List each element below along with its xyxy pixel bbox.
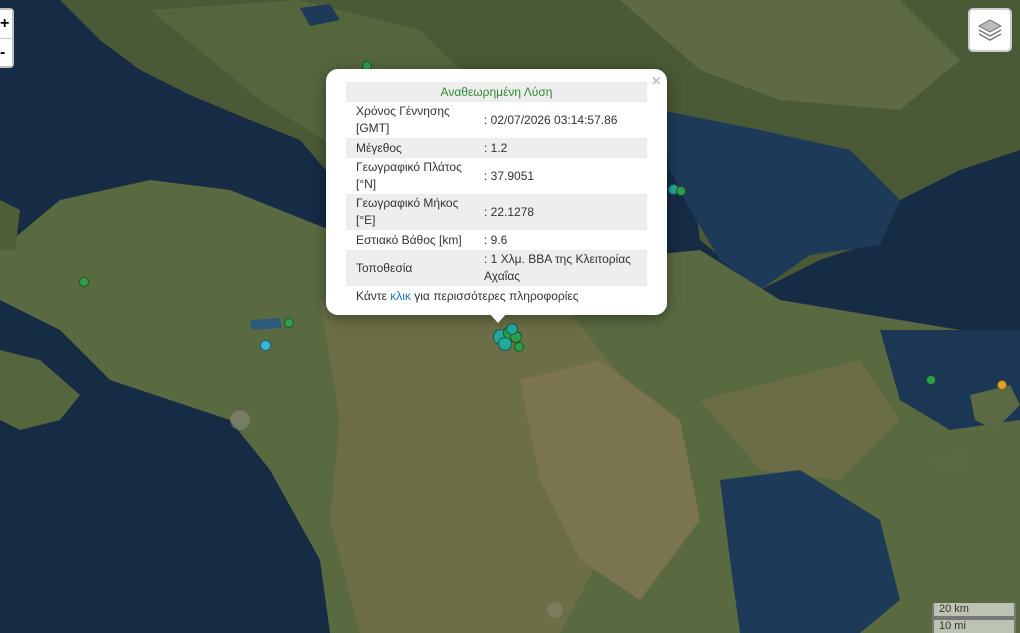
detail-label: Γεωγραφικό Πλάτος [°N] bbox=[356, 160, 462, 191]
earthquake-marker[interactable] bbox=[676, 186, 686, 196]
layers-button[interactable] bbox=[968, 8, 1012, 52]
scale-imperial: 10 mi bbox=[932, 618, 1016, 633]
earthquake-marker[interactable] bbox=[514, 342, 524, 352]
more-info-suffix: για περισσότερες πληροφορίες bbox=[414, 289, 579, 303]
detail-row: Μέγεθος : 1.2 bbox=[346, 138, 647, 158]
earthquake-marker[interactable] bbox=[926, 375, 936, 385]
detail-value: : 1 Χλμ. ΒΒΑ της Κλειτορίας Αχαΐας bbox=[474, 250, 647, 286]
earthquake-marker[interactable] bbox=[498, 337, 512, 351]
popup-tip bbox=[489, 313, 507, 323]
detail-label: Μέγεθος bbox=[346, 138, 474, 158]
zoom-out-button[interactable]: - bbox=[0, 38, 12, 66]
more-info-prefix: Κάντε bbox=[356, 289, 387, 303]
earthquake-details-table: Χρόνος Γέννησης [GMT] : 02/07/2026 03:14… bbox=[346, 102, 647, 286]
earthquake-marker[interactable] bbox=[997, 380, 1007, 390]
detail-value: : 22.1278 bbox=[474, 194, 647, 230]
more-info-text: Κάντε κλικ για περισσότερες πληροφορίες bbox=[346, 286, 647, 303]
earthquake-marker[interactable] bbox=[506, 323, 518, 335]
detail-label: Τοποθεσία bbox=[346, 250, 474, 286]
detail-row: Γεωγραφικό Μήκος [°E] : 22.1278 bbox=[346, 194, 647, 230]
popup-title: Αναθεωρημένη Λύση bbox=[346, 82, 647, 102]
detail-row: Εστιακό Βάθος [km] : 9.6 bbox=[346, 230, 647, 250]
detail-label: Χρόνος Γέννησης [GMT] bbox=[356, 104, 450, 135]
popup-close-button[interactable]: × bbox=[652, 73, 661, 91]
detail-value: : 1.2 bbox=[474, 138, 647, 158]
detail-row: Γεωγραφικό Πλάτος [°N] : 37.9051 bbox=[346, 158, 647, 194]
detail-value: : 02/07/2026 03:14:57.86 bbox=[484, 112, 618, 127]
earthquake-marker[interactable] bbox=[79, 277, 89, 287]
earthquake-marker[interactable] bbox=[260, 340, 271, 351]
detail-label: Εστιακό Βάθος [km] bbox=[356, 232, 462, 247]
detail-value: : 37.9051 bbox=[484, 168, 535, 183]
more-info-link[interactable]: κλικ bbox=[390, 289, 411, 303]
scale-bar: 20 km 10 mi bbox=[932, 603, 1016, 633]
detail-label: Γεωγραφικό Μήκος [°E] bbox=[346, 194, 474, 230]
detail-row: Τοποθεσία : 1 Χλμ. ΒΒΑ της Κλειτορίας Αχ… bbox=[346, 250, 647, 286]
detail-value: : 9.6 bbox=[484, 232, 508, 247]
zoom-control: + - bbox=[0, 8, 14, 68]
earthquake-info-popup: × Αναθεωρημένη Λύση Χρόνος Γέννησης [GMT… bbox=[326, 69, 667, 323]
detail-row: Χρόνος Γέννησης [GMT] : 02/07/2026 03:14… bbox=[346, 102, 647, 138]
zoom-in-button[interactable]: + bbox=[0, 10, 12, 38]
satellite-map[interactable]: + - × Αναθεωρημένη Λύση Χρόνος Γέννησης … bbox=[0, 0, 1020, 633]
scale-metric: 20 km bbox=[932, 603, 1016, 618]
earthquake-marker[interactable] bbox=[284, 318, 294, 328]
layers-stack-icon bbox=[977, 19, 1003, 41]
